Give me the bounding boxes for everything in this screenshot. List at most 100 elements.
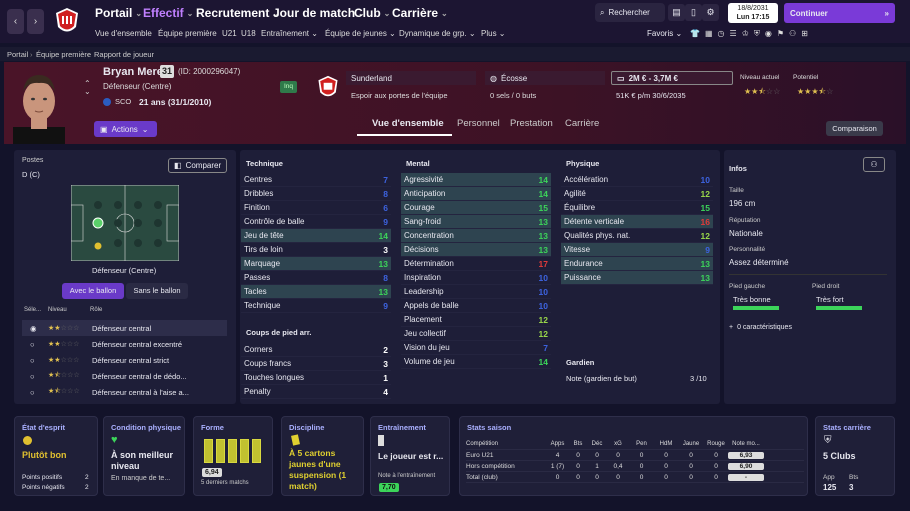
- mobile-icon[interactable]: ▯: [685, 4, 702, 21]
- attribute-row[interactable]: Appels de balle 10: [401, 299, 551, 313]
- chevron-down-icon[interactable]: ⌄: [84, 88, 91, 96]
- nav-matchday[interactable]: Jour de match ⌄: [273, 6, 365, 20]
- trophy-icon[interactable]: ♔: [742, 29, 749, 39]
- attribute-row[interactable]: Placement 12: [401, 313, 551, 327]
- search-button[interactable]: ⌕ Rechercher: [595, 3, 665, 22]
- training-card[interactable]: Entraînement Le joueur est r... Note à l…: [370, 416, 450, 496]
- tab-performance[interactable]: Prestation: [510, 118, 553, 129]
- attribute-row[interactable]: Dribbles 8: [241, 187, 391, 201]
- value-box[interactable]: ▭ 2M € - 3,7M €: [611, 71, 733, 85]
- nav-club[interactable]: Club ⌄: [354, 6, 390, 20]
- clock-icon[interactable]: ◷: [718, 29, 725, 39]
- attribute-row[interactable]: Décisions 13: [401, 243, 551, 257]
- attribute-row[interactable]: Accélération 10: [561, 173, 713, 187]
- without-ball-toggle[interactable]: Sans le ballon: [126, 283, 188, 299]
- up-down-arrows[interactable]: ⌃ ⌄: [84, 80, 91, 96]
- attribute-row[interactable]: Inspiration 10: [401, 271, 551, 285]
- list-item[interactable]: ○ ★★☆☆☆ Défenseur central strict: [22, 352, 227, 368]
- subnav-dynamics[interactable]: Dynamique de grp. ⌄: [399, 29, 476, 38]
- subnav-u18[interactable]: U18: [241, 29, 256, 38]
- subnav-more[interactable]: Plus ⌄: [481, 29, 506, 38]
- comparison-button[interactable]: Comparaison: [826, 121, 883, 136]
- traits[interactable]: +0 caractéristiques: [729, 324, 792, 331]
- subnav-overview[interactable]: Vue d'ensemble: [95, 29, 152, 38]
- flag-icon[interactable]: ⚑: [777, 29, 784, 39]
- attribute-row[interactable]: Équilibre 15: [561, 201, 713, 215]
- attribute-row[interactable]: Centres 7: [241, 173, 391, 187]
- radio-icon[interactable]: ○: [22, 356, 48, 365]
- attribute-row[interactable]: Anticipation 14: [401, 187, 551, 201]
- people-icon[interactable]: ⚇: [789, 29, 796, 39]
- attribute-row[interactable]: Tacles 13: [241, 285, 391, 299]
- status-badge[interactable]: Inq: [280, 81, 297, 93]
- attribute-row[interactable]: Tirs de loin 3: [241, 243, 391, 257]
- inbox-icon[interactable]: ▤: [668, 4, 685, 21]
- list-item[interactable]: ◉ ★★☆☆☆ Défenseur central: [22, 320, 227, 336]
- attribute-row[interactable]: Finition 6: [241, 201, 391, 215]
- favorites-menu[interactable]: Favoris ⌄: [647, 29, 682, 38]
- date-box[interactable]: 18/8/2031 Lun 17:15: [728, 3, 778, 23]
- list-item[interactable]: ○ ★★☆☆☆ Défenseur central excentré: [22, 336, 227, 352]
- attribute-row[interactable]: Vision du jeu 7: [401, 341, 551, 355]
- club-crest-icon[interactable]: [55, 7, 79, 37]
- attribute-row[interactable]: Détermination 17: [401, 257, 551, 271]
- career-stats-card[interactable]: Stats carrière ⛨ 5 Clubs App 125 Bts 3: [815, 416, 895, 496]
- attribute-row[interactable]: Puissance 13: [561, 271, 713, 285]
- subnav-youth[interactable]: Équipe de jeunes ⌄: [325, 29, 396, 38]
- breadcrumb-portal[interactable]: Portail: [7, 50, 28, 59]
- back-button[interactable]: ‹: [7, 9, 24, 34]
- forward-button[interactable]: ›: [27, 9, 44, 34]
- ball-icon[interactable]: ◉: [765, 29, 772, 39]
- subnav-u21[interactable]: U21: [222, 29, 237, 38]
- attribute-row[interactable]: Agilité 12: [561, 187, 713, 201]
- attribute-row[interactable]: Marquage 13: [241, 257, 391, 271]
- with-ball-toggle[interactable]: Avec le ballon: [62, 283, 124, 299]
- list-icon[interactable]: ☰: [730, 29, 737, 39]
- attribute-row[interactable]: Agressivité 14: [401, 173, 551, 187]
- actions-button[interactable]: ▣ Actions ⌄: [94, 121, 157, 137]
- attribute-row[interactable]: Vitesse 9: [561, 243, 713, 257]
- country-box[interactable]: ◍ Écosse: [485, 71, 605, 85]
- radio-icon[interactable]: ○: [22, 388, 48, 397]
- tab-personal[interactable]: Personnel: [457, 118, 500, 129]
- attribute-row[interactable]: Volume de jeu 14: [401, 355, 551, 369]
- attribute-row[interactable]: Penalty 4: [241, 385, 391, 399]
- attribute-row[interactable]: Leadership 10: [401, 285, 551, 299]
- season-stats-card[interactable]: Stats saison Compétition Apps Bts Déc xG Pen H…: [459, 416, 808, 496]
- grid-icon[interactable]: ⊞: [801, 29, 808, 39]
- discipline-card[interactable]: Discipline À 5 cartons jaunes d'une susp…: [281, 416, 364, 496]
- nav-career[interactable]: Carrière ⌄: [392, 6, 448, 20]
- attribute-row[interactable]: Concentration 13: [401, 229, 551, 243]
- nav-recruitment[interactable]: Recrutement ⌄: [196, 6, 279, 20]
- nav-portal[interactable]: Portail ⌄: [95, 6, 142, 20]
- continue-button[interactable]: Continuer»: [784, 3, 895, 23]
- tab-career[interactable]: Carrière: [565, 118, 599, 129]
- table-row[interactable]: Hors compétition 1 (7) 0 1 0,4 0 0 0 0 6,90: [466, 461, 804, 472]
- attribute-row[interactable]: Technique 9: [241, 299, 391, 313]
- attribute-row[interactable]: Sang-froid 13: [401, 215, 551, 229]
- attribute-row[interactable]: Corners 2: [241, 343, 391, 357]
- club-name[interactable]: Sunderland: [346, 71, 476, 85]
- radio-selected-icon[interactable]: ◉: [22, 324, 48, 333]
- attribute-row[interactable]: Touches longues 1: [241, 371, 391, 385]
- chart-icon[interactable]: ▦: [705, 29, 713, 39]
- settings-icon[interactable]: ⚙: [702, 4, 719, 21]
- shirt-icon[interactable]: 👕: [690, 29, 700, 39]
- form-card[interactable]: Forme 6,94 5 derniers matchs: [193, 416, 273, 496]
- attribute-row[interactable]: Courage 15: [401, 201, 551, 215]
- attribute-row[interactable]: Détente verticale 16: [561, 215, 713, 229]
- attribute-row[interactable]: Qualités phys. nat. 12: [561, 229, 713, 243]
- info-person-icon[interactable]: ⚇: [863, 157, 885, 172]
- breadcrumb-first-team[interactable]: Équipe première: [36, 50, 91, 59]
- crest-small-icon[interactable]: ⛨: [754, 29, 760, 39]
- radio-icon[interactable]: ○: [22, 340, 48, 349]
- attribute-row[interactable]: Endurance 13: [561, 257, 713, 271]
- compare-button[interactable]: ◧ Comparer: [168, 158, 227, 173]
- nav-squad[interactable]: Effectif ⌄: [143, 6, 193, 20]
- radio-icon[interactable]: ○: [22, 372, 48, 381]
- table-row[interactable]: Euro U21 4 0 0 0 0 0 0 0 6,93: [466, 450, 804, 461]
- list-item[interactable]: ○ ★⯪☆☆☆ Défenseur central de dédo...: [22, 368, 227, 384]
- attribute-row[interactable]: Jeu de tête 14: [241, 229, 391, 243]
- table-row[interactable]: Total (club) 0 0 0 0 0 0 0 0 -: [466, 472, 804, 483]
- attribute-row[interactable]: Jeu collectif 12: [401, 327, 551, 341]
